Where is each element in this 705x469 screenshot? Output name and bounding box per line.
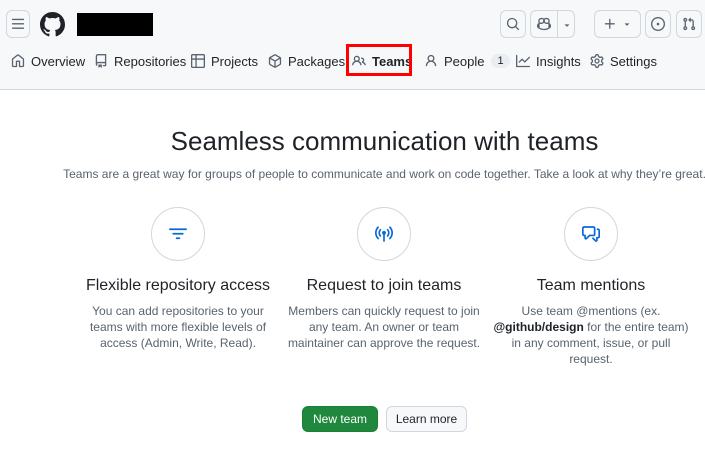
copilot-icon: [537, 17, 551, 31]
filter-icon: [169, 228, 187, 240]
page-subtitle: Teams are a great way for groups of peop…: [63, 167, 705, 181]
feature-description: Use team @mentions (ex. @github/design f…: [491, 303, 691, 367]
github-logo-icon[interactable]: [40, 12, 65, 37]
home-icon: [11, 54, 25, 68]
search-button[interactable]: [500, 10, 526, 38]
tab-projects[interactable]: Projects: [191, 46, 258, 76]
tab-label: Repositories: [114, 53, 187, 69]
feature-title: Team mentions: [536, 277, 646, 294]
feature-team-mentions: Team mentions Use team @mentions (ex. @g…: [491, 207, 691, 367]
feature-description: Members can quickly request to join any …: [287, 304, 481, 350]
table-icon: [191, 54, 205, 68]
git-pull-request-icon: [683, 17, 696, 31]
feature-repository-access: Flexible repository access You can add r…: [78, 207, 278, 351]
feature-text-before: Use team @mentions (ex.: [521, 304, 661, 318]
copilot-button[interactable]: [530, 10, 575, 38]
feature-icon-circle: [357, 207, 411, 261]
tab-label: Packages: [288, 53, 346, 69]
tab-label: Overview: [31, 53, 86, 69]
issue-opened-icon: [651, 17, 665, 31]
triangle-down-icon: [624, 23, 630, 26]
issues-button[interactable]: [645, 10, 671, 38]
tab-repositories[interactable]: Repositories: [94, 46, 186, 76]
learn-more-button[interactable]: Learn more: [386, 406, 467, 432]
repo-icon: [95, 54, 107, 68]
triangle-down-icon[interactable]: [562, 20, 572, 30]
tab-settings[interactable]: Settings: [590, 46, 657, 76]
tab-label: Settings: [610, 53, 657, 69]
tab-overview[interactable]: Overview: [11, 46, 85, 76]
tab-label: Projects: [211, 53, 258, 69]
feature-title: Request to join teams: [306, 277, 462, 294]
feature-icon-circle: [564, 207, 618, 261]
people-count-badge: 1: [491, 54, 510, 68]
plus-icon: [604, 18, 615, 29]
create-new-button[interactable]: [594, 10, 641, 38]
tab-people[interactable]: People 1: [424, 46, 510, 76]
feature-request-to-join: Request to join teams Members can quickl…: [284, 207, 484, 351]
menu-button[interactable]: [6, 10, 30, 38]
tab-label: People: [444, 53, 485, 69]
comment-discussion-icon: [582, 226, 600, 242]
teams-tab-highlight-box: [346, 44, 412, 76]
graph-icon: [516, 54, 530, 68]
person-icon: [425, 54, 437, 67]
package-icon: [268, 54, 282, 68]
org-name-redacted[interactable]: [77, 13, 153, 36]
search-icon: [506, 17, 520, 31]
hamburger-icon: [11, 18, 25, 29]
pull-requests-button[interactable]: [676, 10, 702, 38]
new-team-button[interactable]: New team: [302, 406, 378, 432]
tab-insights[interactable]: Insights: [516, 46, 581, 76]
tab-packages[interactable]: Packages: [268, 46, 345, 76]
feature-description: You can add repositories to your teams w…: [89, 304, 267, 350]
gear-icon: [590, 54, 604, 68]
team-mention-example: @github/design: [493, 320, 584, 334]
broadcast-icon: [375, 226, 393, 242]
page-title: Seamless communication with teams: [170, 126, 599, 156]
button-divider: [557, 11, 558, 37]
tab-label: Insights: [536, 53, 581, 69]
feature-title: Flexible repository access: [85, 277, 271, 294]
feature-icon-circle: [151, 207, 205, 261]
app-header: Overview Repositories Projects Packages …: [0, 0, 705, 90]
